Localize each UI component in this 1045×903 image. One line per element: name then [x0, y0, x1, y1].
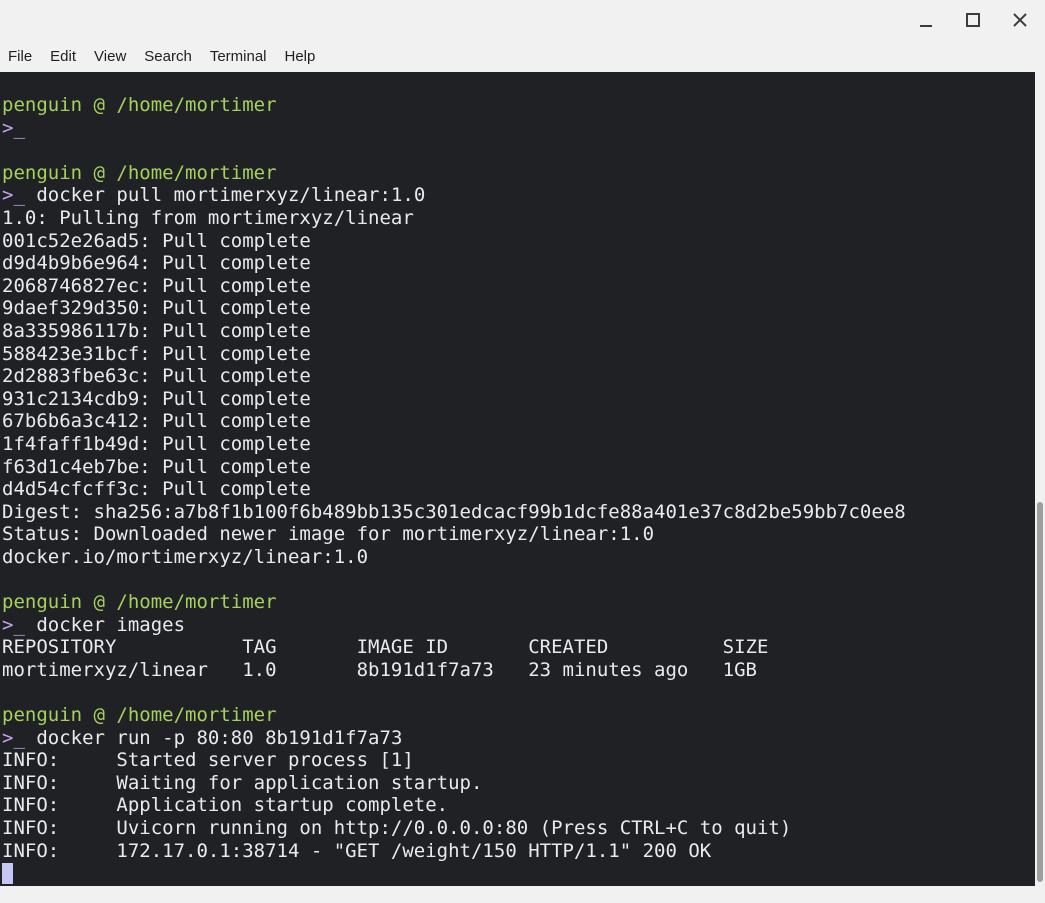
output-line: Digest: sha256:a7b8f1b100f6b489bb135c301… — [2, 500, 906, 523]
maximize-button[interactable] — [956, 6, 990, 34]
minimize-icon — [920, 25, 932, 27]
terminal-view[interactable]: penguin @ /home/mortimer >_ penguin @ /hom… — [0, 72, 1035, 886]
prompt-caret: >_ — [2, 726, 25, 749]
prompt-caret: >_ — [2, 184, 25, 207]
minimize-button[interactable] — [909, 6, 943, 34]
command-line: >_ — [2, 117, 906, 140]
prompt-caret: >_ — [2, 116, 25, 139]
menu-search[interactable]: Search — [139, 46, 197, 67]
output-line: 1.0: Pulling from mortimerxyz/linear — [2, 206, 414, 229]
command-line: >_ docker run -p 80:80 8b191d1f7a73 — [2, 727, 906, 750]
output-line: 67b6b6a3c412: Pull complete — [2, 410, 311, 433]
prompt-line: penguin @ /home/mortimer — [2, 94, 277, 116]
output-line: 588423e31bcf: Pull complete — [2, 342, 311, 365]
menu-help[interactable]: Help — [280, 46, 321, 67]
output-line: 2d2883fbe63c: Pull complete — [2, 365, 311, 388]
output-line: docker.io/mortimerxyz/linear:1.0 — [2, 545, 369, 568]
cursor-line — [2, 862, 906, 885]
scrollbar-thumb[interactable] — [1037, 502, 1043, 882]
prompt-line: penguin @ /home/mortimer — [2, 161, 277, 184]
output-line: 8a335986117b: Pull complete — [2, 319, 311, 342]
terminal-output: penguin @ /home/mortimer >_ penguin @ /hom… — [2, 94, 906, 885]
output-line: mortimerxyz/linear 1.0 8b191d1f7a73 23 m… — [2, 658, 757, 681]
menu-file[interactable]: File — [3, 46, 37, 67]
text-cursor — [2, 863, 13, 885]
command-line: >_ docker images — [2, 614, 906, 637]
prompt-caret: >_ — [2, 613, 25, 636]
close-button[interactable] — [1003, 6, 1037, 34]
prompt-line: penguin @ /home/mortimer — [2, 704, 277, 727]
close-icon — [1013, 13, 1027, 27]
output-line: 001c52e26ad5: Pull complete — [2, 229, 311, 252]
menu-bar: File Edit View Search Terminal Help — [0, 40, 1045, 72]
output-line: 1f4faff1b49d: Pull complete — [2, 432, 311, 455]
output-line: INFO: 172.17.0.1:38714 - "GET /weight/15… — [2, 839, 712, 862]
output-line: INFO: Application startup complete. — [2, 794, 449, 817]
output-line: d4d54cfcff3c: Pull complete — [2, 478, 311, 501]
output-line: f63d1c4eb7be: Pull complete — [2, 455, 311, 478]
output-line: 2068746827ec: Pull complete — [2, 274, 311, 297]
output-line: Status: Downloaded newer image for morti… — [2, 523, 655, 546]
command-text: docker images — [24, 613, 186, 636]
window-bottom-edge — [0, 886, 1045, 903]
menu-terminal[interactable]: Terminal — [205, 46, 272, 67]
output-line: 9daef329d350: Pull complete — [2, 297, 311, 320]
output-line: d9d4b9b6e964: Pull complete — [2, 252, 311, 275]
scrollbar[interactable] — [1035, 72, 1045, 886]
prompt-line: penguin @ /home/mortimer — [2, 591, 277, 614]
output-line: INFO: Waiting for application startup. — [2, 771, 483, 794]
menu-edit[interactable]: Edit — [45, 46, 81, 67]
output-line: INFO: Uvicorn running on http://0.0.0.0:… — [2, 817, 792, 839]
output-line: REPOSITORY TAG IMAGE ID CREATED SIZE — [2, 636, 769, 659]
command-text: docker pull mortimerxyz/linear:1.0 — [24, 184, 426, 207]
output-line: 931c2134cdb9: Pull complete — [2, 387, 311, 410]
command-text: docker run -p 80:80 8b191d1f7a73 — [24, 726, 403, 749]
title-bar — [0, 0, 1045, 40]
menu-view[interactable]: View — [89, 46, 131, 67]
output-line: INFO: Started server process [1] — [2, 749, 414, 772]
command-line: >_ docker pull mortimerxyz/linear:1.0 — [2, 184, 906, 207]
maximize-icon — [966, 13, 980, 27]
